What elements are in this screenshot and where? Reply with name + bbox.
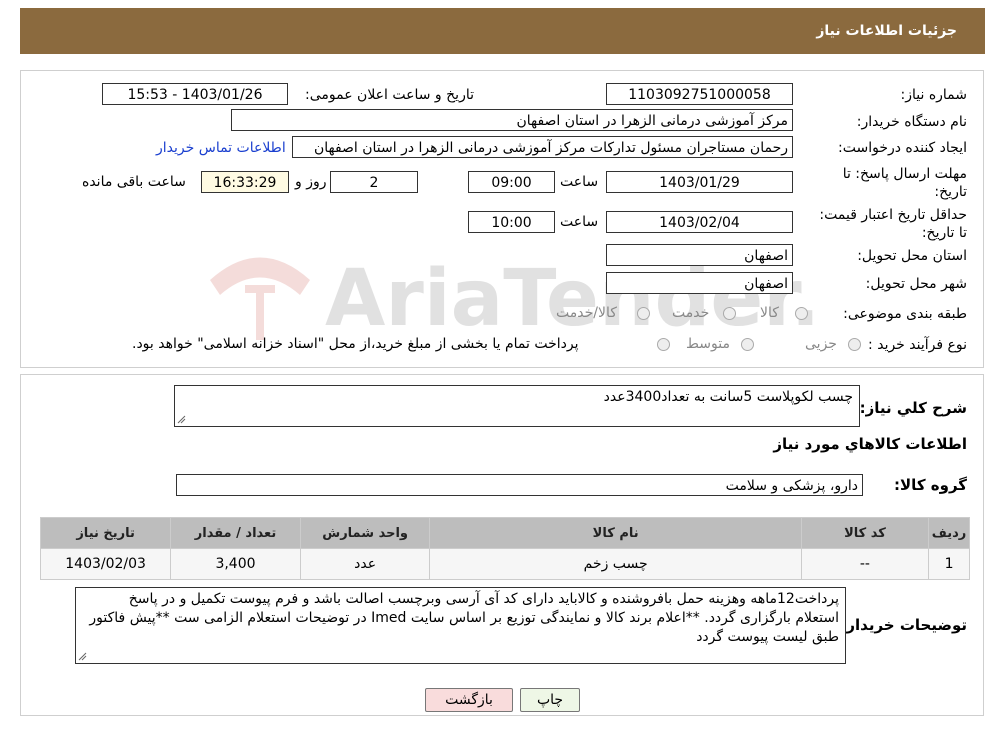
buyer-notes-label: توضیحات خریدار: [840,616,967,634]
category-goods-service-radio[interactable] [637,307,650,320]
buyer-notes-textarea: پرداخت12ماهه وهزینه حمل بافروشنده و کالا… [75,587,846,664]
remaining-time-field: 16:33:29 [201,171,289,193]
general-desc-text: چسب لکوپلاست 5سانت به تعداد3400عدد [603,389,853,405]
cell-goods-code: -- [800,548,930,580]
col-row: ردیف [928,517,970,549]
process-medium-label: متوسط [686,336,730,352]
price-validity-label: حداقل تاریخ اعتبار قیمت: تا تاریخ: [819,207,967,241]
cell-need-date: 1403/02/03 [39,548,172,580]
buyer-contact-link[interactable]: اطلاعات تماس خریدار [156,140,286,156]
reply-date-field: 1403/01/29 [606,171,793,193]
category-service-label: خدمت [672,305,710,321]
validity-time-field: 10:00 [468,211,555,233]
cell-goods-name: چسب زخم [429,548,802,580]
category-label: طبقه بندی موضوعی: [843,306,967,322]
requester-label: ایجاد کننده درخواست: [838,140,967,156]
resize-grip-icon[interactable] [177,415,186,424]
cell-unit: عدد [299,548,431,580]
general-desc-textarea: چسب لکوپلاست 5سانت به تعداد3400عدد [174,385,860,427]
treasury-note: پرداخت تمام یا بخشی از مبلغ خرید،از محل … [132,336,579,352]
reply-time-field: 09:00 [468,171,555,193]
process-medium-radio[interactable] [741,338,754,351]
page-title: جزئیات اطلاعات نیاز [816,23,957,39]
col-goods-name: نام کالا [429,517,802,549]
announce-datetime-field: 1403/01/26 - 15:53 [102,83,288,105]
goods-table-header: ردیف کد کالا نام کالا واحد شمارش تعداد /… [39,517,970,549]
general-desc-label: شرح کلي نياز: [859,399,967,417]
goods-group-label: گروه کالا: [894,476,967,494]
buyer-org-label: نام دستگاه خریدار: [856,114,967,130]
reply-deadline-label: مهلت ارسال پاسخ: تا تاریخ: [842,166,967,200]
days-remaining-field: 2 [330,171,418,193]
province-field: اصفهان [606,244,793,266]
goods-group-field: دارو، پزشکی و سلامت [176,474,863,496]
page-header: جزئیات اطلاعات نیاز [20,8,985,54]
city-field: اصفهان [606,272,793,294]
buyer-org-field: مرکز آموزشی درمانی الزهرا در استان اصفها… [231,109,793,131]
remaining-hours-label: ساعت باقی مانده [82,174,186,190]
requester-field: رحمان مستاجران مسئول تدارکات مرکز آموزشی… [292,136,793,158]
reply-hour-label: ساعت [560,174,599,190]
process-minor-label: جزیی [805,336,837,352]
need-number-field: 1103092751000058 [606,83,793,105]
city-label: شهر محل تحویل: [865,276,967,292]
day-and-label: روز و [295,174,327,190]
goods-table: ردیف کد کالا نام کالا واحد شمارش تعداد /… [39,517,970,580]
back-button[interactable]: بازگشت [425,688,513,712]
category-goods-label: کالا [760,305,779,321]
province-label: استان محل تحویل: [857,248,967,264]
category-goods-service-label: کالا/خدمت [556,305,617,321]
col-need-date: تاریخ نیاز [39,517,172,549]
need-number-label: شماره نیاز: [900,87,968,103]
validity-hour-label: ساعت [560,214,599,230]
goods-info-heading: اطلاعات کالاهاي مورد نياز [773,435,967,453]
announce-datetime-label: تاریخ و ساعت اعلان عمومی: [305,87,474,103]
cell-row: 1 [928,548,970,580]
print-button[interactable]: چاپ [520,688,580,712]
cell-quantity: 3,400 [170,548,301,580]
validity-date-field: 1403/02/04 [606,211,793,233]
category-goods-radio[interactable] [795,307,808,320]
process-minor-radio[interactable] [848,338,861,351]
col-quantity: تعداد / مقدار [170,517,301,549]
treasury-bond-checkbox[interactable] [657,338,670,351]
process-type-label: نوع فرآیند خرید : [868,337,967,353]
table-row: 1 -- چسب زخم عدد 3,400 1403/02/03 [39,548,970,580]
buyer-notes-text: پرداخت12ماهه وهزینه حمل بافروشنده و کالا… [89,591,839,645]
col-goods-code: کد کالا [800,517,930,549]
resize-grip-icon[interactable] [78,652,87,661]
category-service-radio[interactable] [723,307,736,320]
col-unit: واحد شمارش [299,517,431,549]
